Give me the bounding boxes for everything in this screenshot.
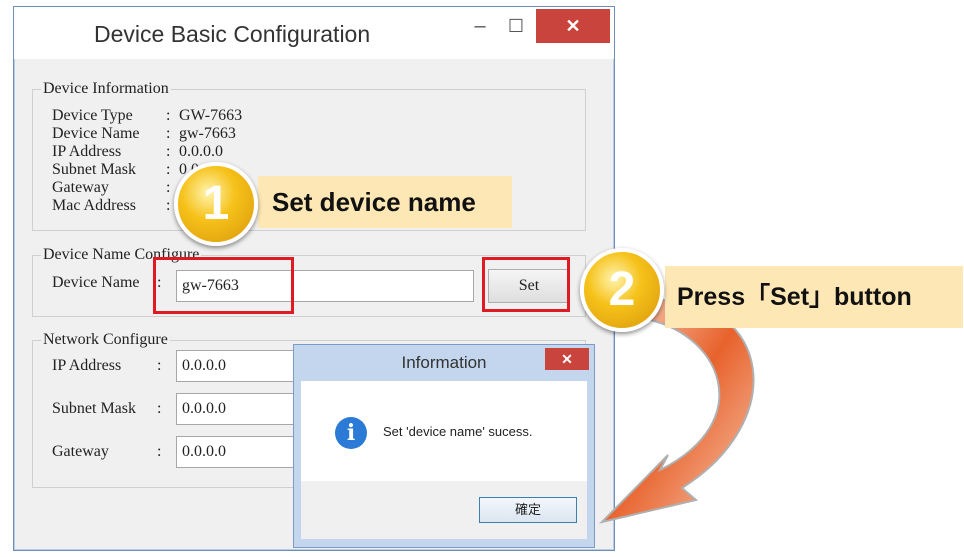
maximize-button[interactable]: ☐ — [496, 9, 536, 43]
network-config-group-label: Network Configure — [41, 331, 170, 349]
dialog-footer: 確定 — [301, 481, 587, 539]
device-info-group-label: Device Information — [41, 80, 171, 98]
ip-address-label: IP Address — [52, 357, 122, 374]
mac-address-info-label: Mac Address — [52, 197, 136, 214]
dialog-body: i Set 'device name' sucess. — [301, 381, 587, 481]
information-dialog: Information ✕ i Set 'device name' sucess… — [293, 344, 595, 548]
ip-address-info-sep: : — [166, 143, 171, 160]
gateway-info-sep: : — [166, 179, 171, 196]
device-type-label: Device Type — [52, 107, 133, 124]
subnet-mask-label: Subnet Mask — [52, 400, 136, 417]
device-name-info-sep: : — [166, 125, 171, 142]
gateway-info-label: Gateway — [52, 179, 109, 196]
device-name-info-label: Device Name — [52, 125, 140, 142]
step1-callout: Set device name — [258, 176, 512, 228]
info-icon: i — [335, 417, 367, 449]
title-bar: Device Basic Configuration – ☐ ✕ — [14, 7, 614, 59]
step2-number: 2 — [608, 263, 636, 316]
device-type-value: GW-7663 — [179, 107, 243, 124]
ip-address-sep: : — [157, 357, 162, 374]
ip-address-info-value: 0.0.0.0 — [179, 143, 223, 160]
gateway-sep: : — [157, 443, 162, 460]
device-name-field-label: Device Name — [52, 274, 140, 291]
subnet-mask-sep: : — [157, 400, 162, 417]
mac-address-info-sep: : — [166, 197, 171, 214]
device-type-sep: : — [166, 107, 171, 124]
step2-callout: Press「Set」button — [665, 266, 963, 328]
device-name-info-value: gw-7663 — [179, 125, 236, 142]
dialog-close-button[interactable]: ✕ — [545, 348, 589, 370]
close-button[interactable]: ✕ — [536, 9, 610, 43]
step1-number: 1 — [202, 177, 230, 230]
dialog-message: Set 'device name' sucess. — [383, 424, 533, 439]
step1-text: Set device name — [272, 187, 476, 217]
subnet-mask-info-sep: : — [166, 161, 171, 178]
ip-address-info-label: IP Address — [52, 143, 122, 160]
set-button-highlight — [482, 257, 570, 312]
gateway-label: Gateway — [52, 443, 109, 460]
device-name-highlight — [153, 257, 294, 314]
step2-text: Press「Set」button — [677, 283, 912, 311]
subnet-mask-info-label: Subnet Mask — [52, 161, 136, 178]
step1-badge: 1 — [174, 162, 258, 246]
window-title: Device Basic Configuration — [94, 21, 371, 47]
step2-badge: 2 — [580, 248, 664, 332]
ok-button[interactable]: 確定 — [479, 497, 577, 523]
